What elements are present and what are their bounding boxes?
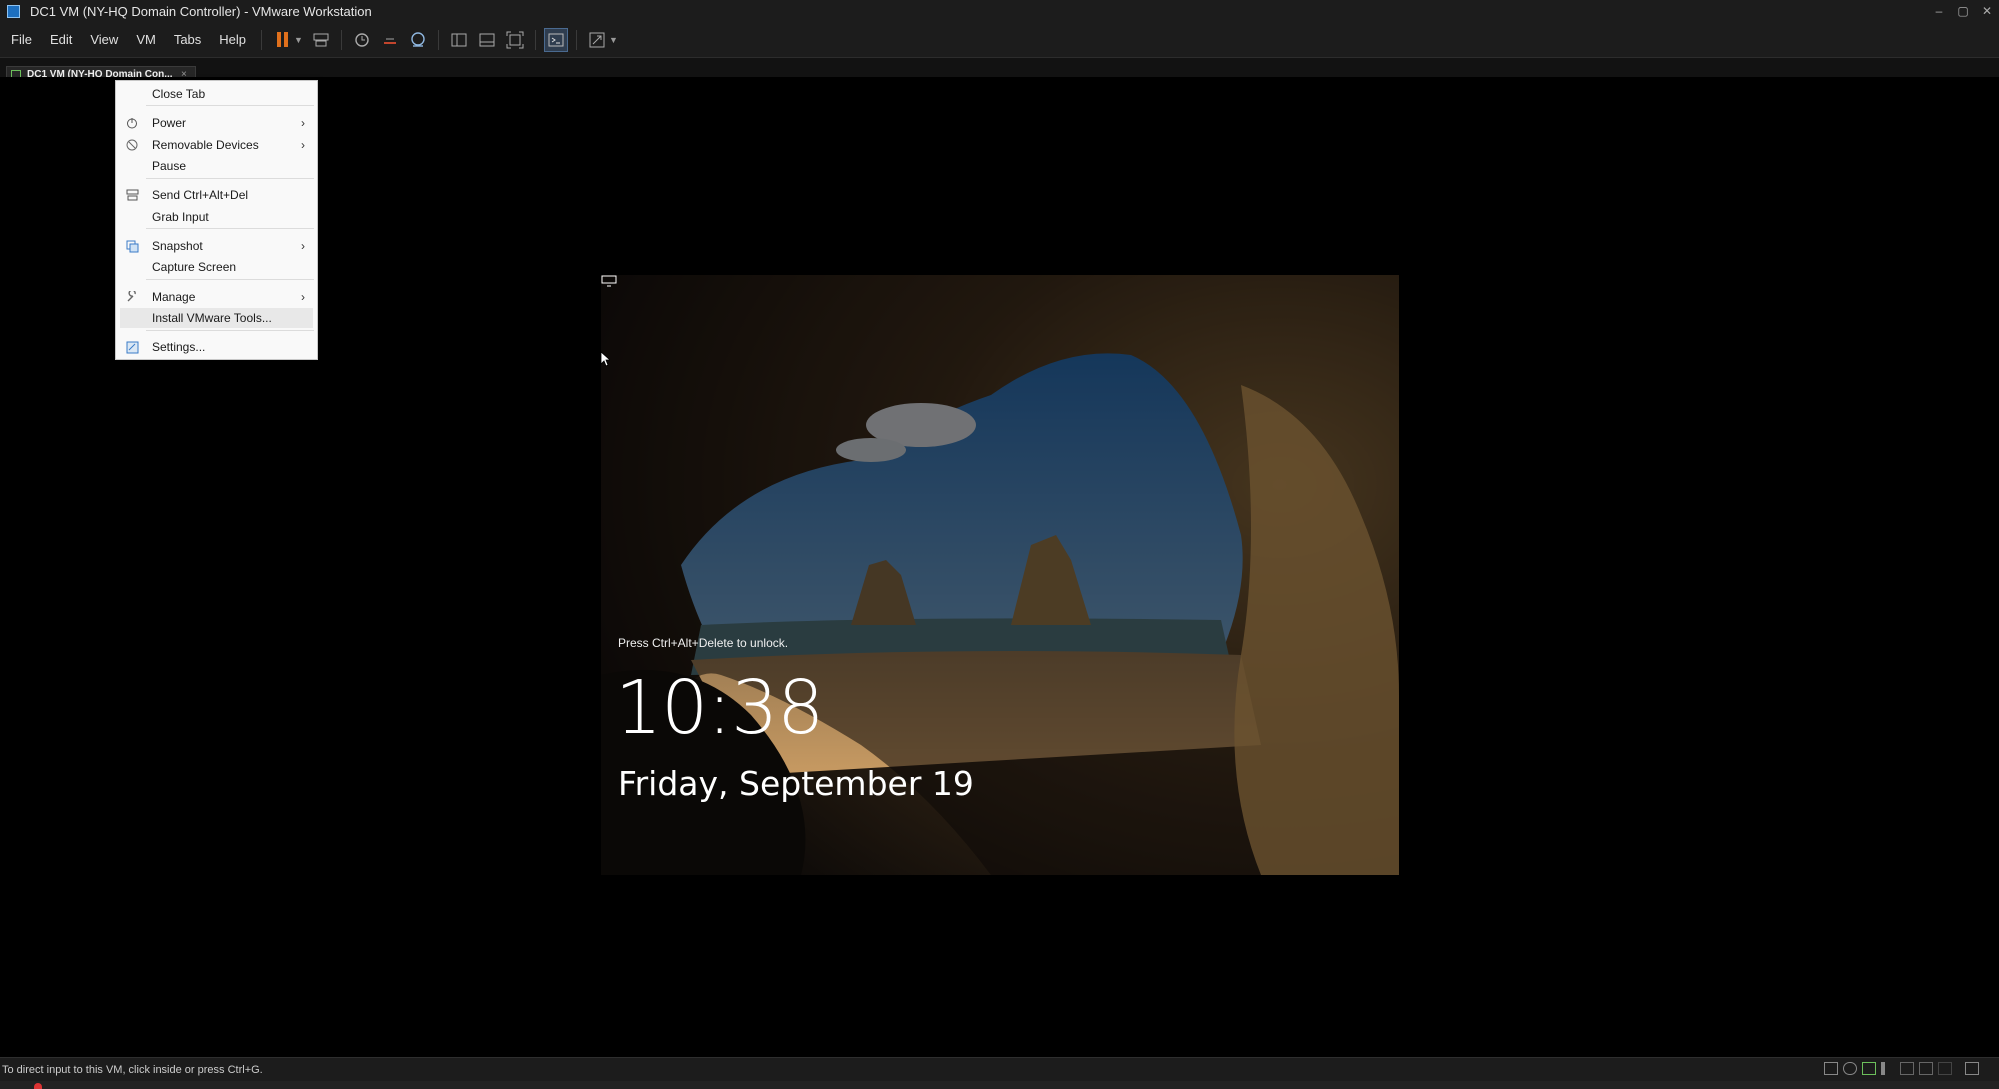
ease-of-access-icon[interactable] [601,275,617,287]
menu-vm[interactable]: VM [127,32,165,47]
menu-tabs[interactable]: Tabs [165,32,210,47]
stretch-icon [589,32,605,47]
removable-devices-icon [125,138,139,152]
bottom-edge-strip [0,1081,1999,1089]
lock-screen-time: 10:38 [615,665,824,751]
submenu-arrow-icon: › [301,290,305,304]
wrench-icon [125,290,139,304]
menu-edit[interactable]: Edit [41,32,81,47]
restore-button[interactable]: ▢ [1951,0,1975,22]
menu-item-manage[interactable]: Manage › [116,287,317,307]
stretch-dropdown-caret[interactable]: ▼ [609,35,618,45]
menu-separator [146,228,314,229]
pause-icon [276,32,288,47]
status-bar: To direct input to this VM, click inside… [0,1057,1999,1081]
snapshot-icon [125,239,139,253]
menu-item-snapshot[interactable]: Snapshot › [116,236,317,256]
menu-item-send-ctrl-alt-del[interactable]: Send Ctrl+Alt+Del [116,185,317,205]
title-bar: DC1 VM (NY-HQ Domain Controller) - VMwar… [0,0,1999,22]
menu-item-install-vmware-tools[interactable]: Install VMware Tools... [120,308,313,328]
menu-help[interactable]: Help [210,32,255,47]
window-controls: – ▢ ✕ [1927,0,1999,22]
guest-lock-screen[interactable]: Press Ctrl+Alt+Delete to unlock. 10:38 F… [601,275,1399,875]
snapshot-clock-icon [355,32,369,47]
settings-icon [125,340,139,354]
taskbar-indicator-icon [34,1083,42,1089]
message-log-icon[interactable] [1965,1062,1979,1075]
stretch-guest-button[interactable] [585,28,609,52]
hard-disk-icon[interactable] [1824,1062,1838,1075]
menu-item-settings[interactable]: Settings... [116,337,317,357]
sound-card-icon[interactable] [1881,1062,1895,1075]
show-library-button[interactable] [447,28,471,52]
menu-view[interactable]: View [81,32,127,47]
snapshot-manager-button[interactable] [406,28,430,52]
display-icon[interactable] [1938,1062,1952,1075]
menu-item-grab-input[interactable]: Grab Input [116,207,317,227]
full-screen-icon [506,31,524,48]
send-ctrl-alt-del-button[interactable] [309,28,333,52]
tab-strip: DC1 VM (NY-HQ Domain Con... × [0,58,1999,83]
submenu-arrow-icon: › [301,239,305,253]
menu-separator [146,279,314,280]
menu-file[interactable]: File [0,32,41,47]
show-thumbnail-bar-button[interactable] [475,28,499,52]
submenu-arrow-icon: › [301,138,305,152]
printer-icon[interactable] [1919,1062,1933,1075]
menu-bar: File Edit View VM Tabs Help ▼ ▼ [0,22,1999,58]
revert-snapshot-button[interactable] [378,28,402,52]
toolbar-separator [340,29,342,50]
minimize-button[interactable]: – [1927,0,1951,22]
toolbar-separator [534,29,536,50]
pause-vm-button[interactable] [270,28,294,52]
revert-snapshot-icon [383,37,396,44]
menu-item-close-tab[interactable]: Close Tab [116,84,317,104]
menu-separator [146,178,314,179]
lock-screen-date: Friday, September 19 [618,764,974,803]
status-message: To direct input to this VM, click inside… [2,1064,263,1076]
close-window-button[interactable]: ✕ [1975,0,1999,22]
toolbar-separator [575,29,577,50]
toolbar-separator [437,29,439,50]
usb-controller-icon[interactable] [1900,1062,1914,1075]
cd-dvd-icon[interactable] [1843,1062,1857,1075]
send-ctrl-alt-del-icon [125,188,139,202]
library-panel-icon [451,33,467,46]
console-icon [548,33,564,46]
snapshot-manager-icon [411,31,425,47]
network-adapter-icon[interactable] [1862,1062,1876,1075]
take-snapshot-button[interactable] [350,28,374,52]
menu-item-pause[interactable]: Pause [116,156,317,176]
window-title: DC1 VM (NY-HQ Domain Controller) - VMwar… [30,3,372,19]
console-view-button[interactable] [543,27,568,52]
full-screen-button[interactable] [503,28,527,52]
mouse-cursor-icon [600,351,610,367]
menu-item-power[interactable]: Power › [116,113,317,133]
toolbar-separator [261,29,263,50]
menu-separator [146,330,314,331]
keyboard-icon [313,33,329,46]
unlock-prompt: Press Ctrl+Alt+Delete to unlock. [618,636,789,650]
submenu-arrow-icon: › [301,116,305,130]
device-icons-tray [1824,1062,1979,1075]
thumbnail-bar-icon [479,33,495,46]
power-icon [125,116,139,130]
menu-item-removable-devices[interactable]: Removable Devices › [116,135,317,155]
power-dropdown-caret[interactable]: ▼ [294,35,303,45]
vmware-app-icon[interactable] [7,4,20,18]
menu-separator [146,105,314,106]
menu-item-capture-screen[interactable]: Capture Screen [116,257,317,277]
tab-context-menu: Close Tab Power › Removable Devices › Pa… [115,80,318,360]
